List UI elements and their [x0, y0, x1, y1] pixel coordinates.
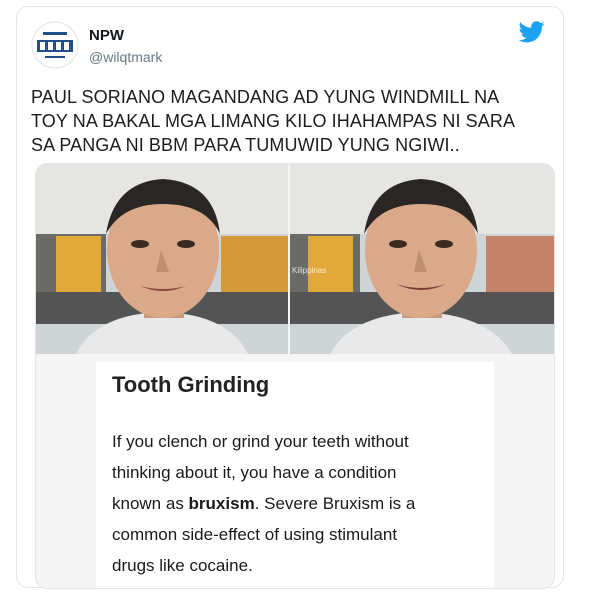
- tweet-text-line: SA PANGA NI BBM PARA TUMUWID YUNG NGIWI.…: [31, 135, 460, 155]
- avatar[interactable]: [31, 21, 79, 69]
- card-keyword: bruxism: [188, 494, 255, 513]
- card-line: thinking about it, you have a condition: [112, 463, 397, 482]
- card-line: known as bruxism. Severe Bruxism is a: [112, 488, 484, 519]
- tweet-media[interactable]: Kilippinas Tooth Grinding If you clench …: [35, 163, 555, 589]
- twitter-bird-icon[interactable]: [518, 21, 545, 43]
- card-text: known as: [112, 494, 189, 513]
- tweet-card[interactable]: NPW @wilqtmark PAUL SORIANO MAGANDANG AD…: [16, 6, 564, 589]
- card-line: If you clench or grind your teeth withou…: [112, 432, 409, 451]
- tweet-text-line: TOY NA BAKAL MGA LIMANG KILO IHAHAMPAS N…: [31, 111, 516, 131]
- tweet-text-line: PAUL SORIANO MAGANDANG AD YUNG WINDMILL …: [31, 87, 500, 107]
- card-text: . Severe Bruxism is a: [254, 494, 416, 513]
- card-body: If you clench or grind your teeth withou…: [112, 426, 484, 581]
- info-card: Tooth Grinding If you clench or grind yo…: [96, 362, 494, 588]
- display-name[interactable]: NPW: [89, 27, 124, 44]
- photo-right[interactable]: Kilippinas: [290, 164, 554, 354]
- tweet-text: PAUL SORIANO MAGANDANG AD YUNG WINDMILL …: [31, 85, 551, 157]
- watermark: Kilippinas: [292, 266, 327, 275]
- user-handle[interactable]: @wilqtmark: [89, 49, 162, 65]
- card-title: Tooth Grinding: [112, 372, 270, 397]
- card-line: common side-effect of using stimulant: [112, 525, 398, 544]
- card-line: drugs like cocaine.: [112, 556, 253, 575]
- npw-logo-icon: [31, 21, 79, 69]
- photo-left[interactable]: [36, 164, 288, 354]
